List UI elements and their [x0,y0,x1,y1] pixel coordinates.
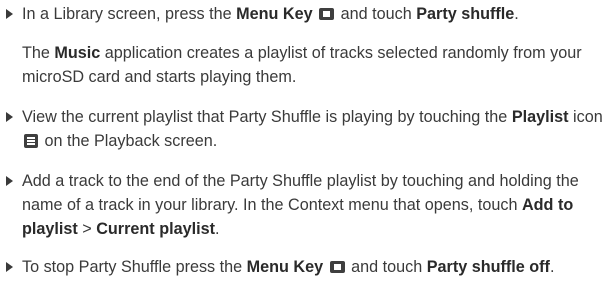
instruction-text: Add a track to the end of the Party Shuf… [22,172,579,214]
bullet-arrow-icon [6,9,13,19]
playlist-icon [24,134,38,148]
menu-key-label: Menu Key [236,5,313,23]
playlist-label: Playlist [511,108,569,126]
instruction-item-party-shuffle: In a Library screen, press the Menu Key … [4,2,610,26]
instruction-text: and touch [336,5,417,23]
instruction-item-add-track: Add a track to the end of the Party Shuf… [4,169,610,241]
instruction-text: In a Library screen, press the [22,5,237,23]
menu-key-icon [319,8,335,20]
party-shuffle-off-label: Party shuffle off [426,258,550,276]
instruction-text: > [77,220,97,238]
current-playlist-label: Current playlist [96,220,215,238]
instruction-item-stop-shuffle: To stop Party Shuffle press the Menu Key… [4,255,610,279]
instruction-text: and touch [346,258,427,276]
instruction-text: . [514,5,519,23]
menu-key-label: Menu Key [246,258,324,276]
music-description-paragraph: The Music application creates a playlist… [4,41,610,89]
description-text: The [22,44,55,62]
instruction-text: View the current playlist that Party Shu… [22,108,512,126]
bullet-arrow-icon [6,262,13,272]
instruction-item-view-playlist: View the current playlist that Party Shu… [4,105,610,153]
bullet-arrow-icon [6,176,13,186]
instruction-text: on the Playback screen. [40,132,218,150]
instruction-text: . [549,258,555,276]
party-shuffle-label: Party shuffle [416,5,515,23]
instructions-page: In a Library screen, press the Menu Key … [0,0,610,295]
instruction-text: icon [568,108,603,126]
bullet-arrow-icon [6,112,13,122]
music-label: Music [54,44,101,62]
instruction-text: To stop Party Shuffle press the [22,258,247,276]
instruction-text: . [214,220,220,238]
menu-key-icon [329,261,345,273]
description-text: application creates a playlist of tracks… [22,44,582,86]
